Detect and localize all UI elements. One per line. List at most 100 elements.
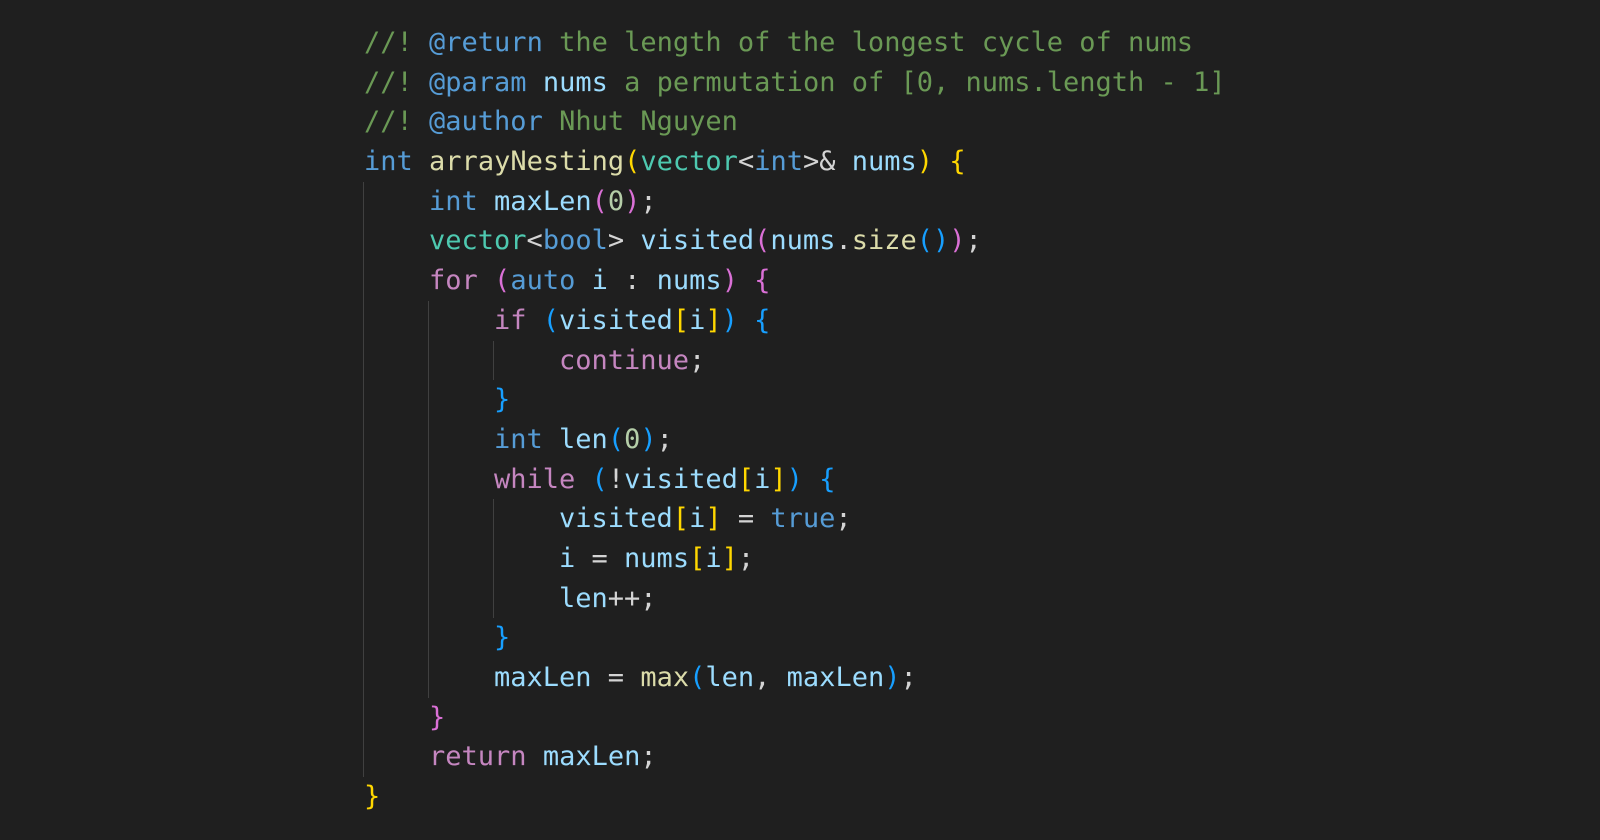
code-token: ) <box>884 662 901 693</box>
code-token: ( <box>494 265 511 297</box>
code-token: ++; <box>607 582 657 614</box>
code-token: bool <box>542 225 608 257</box>
code-line-content: int maxLen(0); <box>429 182 657 222</box>
code-token: } <box>364 781 381 813</box>
code-line-content: //! @author Nhut Nguyen <box>364 102 738 142</box>
code-token: max <box>640 662 690 693</box>
indent-guide <box>428 300 429 341</box>
indent-guide <box>363 538 364 579</box>
code-token: >& <box>802 146 852 178</box>
code-token: ; <box>900 662 917 693</box>
code-editor[interactable]: //! @return the length of the longest cy… <box>0 0 1600 840</box>
code-token: ] <box>705 503 722 535</box>
code-line-content: } <box>494 380 510 420</box>
code-token: < <box>737 146 755 178</box>
code-token: true <box>770 503 836 535</box>
code-token: ) <box>949 225 966 257</box>
indent-guide <box>428 380 429 420</box>
code-line-content: i = nums[i]; <box>559 539 754 579</box>
code-token: ( <box>607 423 625 455</box>
code-token: visited <box>559 304 673 336</box>
indent-guide <box>363 499 364 539</box>
indent-guide <box>428 459 429 500</box>
code-token: [ <box>737 463 755 495</box>
code-token: ; <box>737 542 755 574</box>
code-token: : <box>607 265 657 297</box>
code-token: vector <box>429 225 527 257</box>
code-token: while <box>494 463 576 495</box>
code-token: } <box>429 701 446 733</box>
indent-guide <box>363 697 364 738</box>
code-token: len <box>559 423 608 455</box>
code-token: i <box>591 265 608 297</box>
code-token: ) <box>786 463 803 495</box>
indent-guide <box>363 380 364 420</box>
indent-guide <box>363 419 364 460</box>
code-token: maxLen <box>542 741 641 773</box>
code-token: maxLen <box>494 185 592 217</box>
indent-guide <box>428 618 429 658</box>
indent-guide <box>363 181 364 222</box>
code-token: nums <box>851 146 917 178</box>
indent-guide <box>493 578 494 619</box>
code-token: int <box>429 185 478 217</box>
indent-guide <box>428 578 429 619</box>
code-line-content: continue; <box>559 341 705 381</box>
code-token: < <box>526 225 543 257</box>
code-token: nums <box>770 225 836 257</box>
code-line-content: len++; <box>559 579 657 619</box>
code-token: i <box>559 542 576 574</box>
code-token: , <box>754 662 787 693</box>
code-token: { <box>754 265 771 297</box>
code-token: auto <box>510 265 576 297</box>
code-line-content: vector<bool> visited(nums.size()); <box>429 221 982 261</box>
code-token: ] <box>705 304 722 336</box>
code-token: i <box>689 503 706 535</box>
code-token: ) <box>624 185 641 217</box>
code-token: = <box>575 542 625 574</box>
code-token: arrayNesting <box>429 146 625 178</box>
code-line-content: while (!visited[i]) { <box>494 460 835 500</box>
code-token: maxLen <box>786 662 885 693</box>
indent-guide <box>428 419 429 460</box>
code-token: @return <box>429 27 543 58</box>
indent-guide <box>428 340 429 381</box>
code-token: { <box>819 463 836 495</box>
code-token: ( <box>754 225 771 257</box>
code-token: ; <box>689 344 706 376</box>
indent-guide <box>363 618 364 658</box>
code-token: > <box>607 225 641 257</box>
indent-guide <box>363 340 364 381</box>
indent-guide <box>493 538 494 579</box>
indent-guide <box>363 658 364 698</box>
code-token: 0 <box>607 185 625 217</box>
code-token: nums <box>656 265 722 297</box>
indent-guide <box>363 300 364 341</box>
code-token: visited <box>624 463 738 495</box>
indent-guide <box>493 340 494 381</box>
indent-guide <box>363 578 364 619</box>
code-token: ) <box>721 304 738 336</box>
code-line-content: visited[i] = true; <box>559 499 852 539</box>
code-token: ; <box>965 225 982 257</box>
code-token: a permutation of [0, nums.length - 1] <box>607 66 1226 98</box>
code-token: @param <box>429 66 527 98</box>
code-token: ( <box>542 304 560 336</box>
code-line-content: //! @return the length of the longest cy… <box>364 23 1193 63</box>
code-token: [ <box>672 503 690 535</box>
code-token: vector <box>640 146 738 178</box>
code-token: //! <box>364 106 430 138</box>
code-token: . <box>835 225 852 257</box>
indent-guide <box>363 221 364 262</box>
